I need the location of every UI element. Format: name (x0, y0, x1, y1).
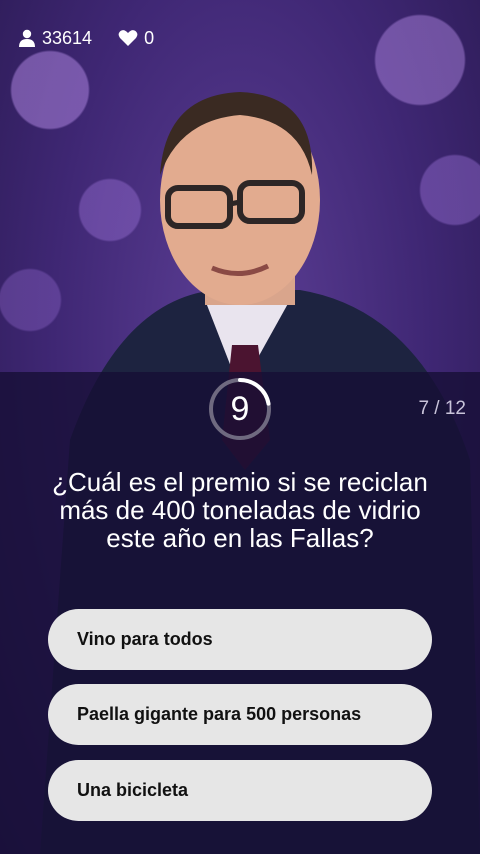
question-text: ¿Cuál es el premio si se reciclan más de… (52, 467, 428, 553)
viewer-count-value: 33614 (42, 27, 93, 48)
answer-option-2[interactable]: Paella gigante para 500 personas (48, 684, 432, 745)
answer-option-3[interactable]: Una bicicleta (48, 760, 432, 821)
like-count: 0 (118, 28, 154, 49)
countdown-timer: 9 (208, 377, 272, 441)
answer-label: Una bicicleta (77, 780, 189, 800)
answer-label: Paella gigante para 500 personas (77, 704, 362, 724)
answer-label: Vino para todos (77, 629, 213, 649)
live-stats: 33614 0 (18, 27, 154, 49)
person-icon (18, 29, 36, 47)
heart-icon (118, 29, 138, 47)
timer-value: 9 (230, 389, 250, 428)
like-count-value: 0 (144, 27, 155, 48)
viewer-count: 33614 (18, 28, 92, 49)
answer-option-1[interactable]: Vino para todos (48, 609, 432, 670)
question-progress: 7 / 12 (418, 398, 466, 419)
